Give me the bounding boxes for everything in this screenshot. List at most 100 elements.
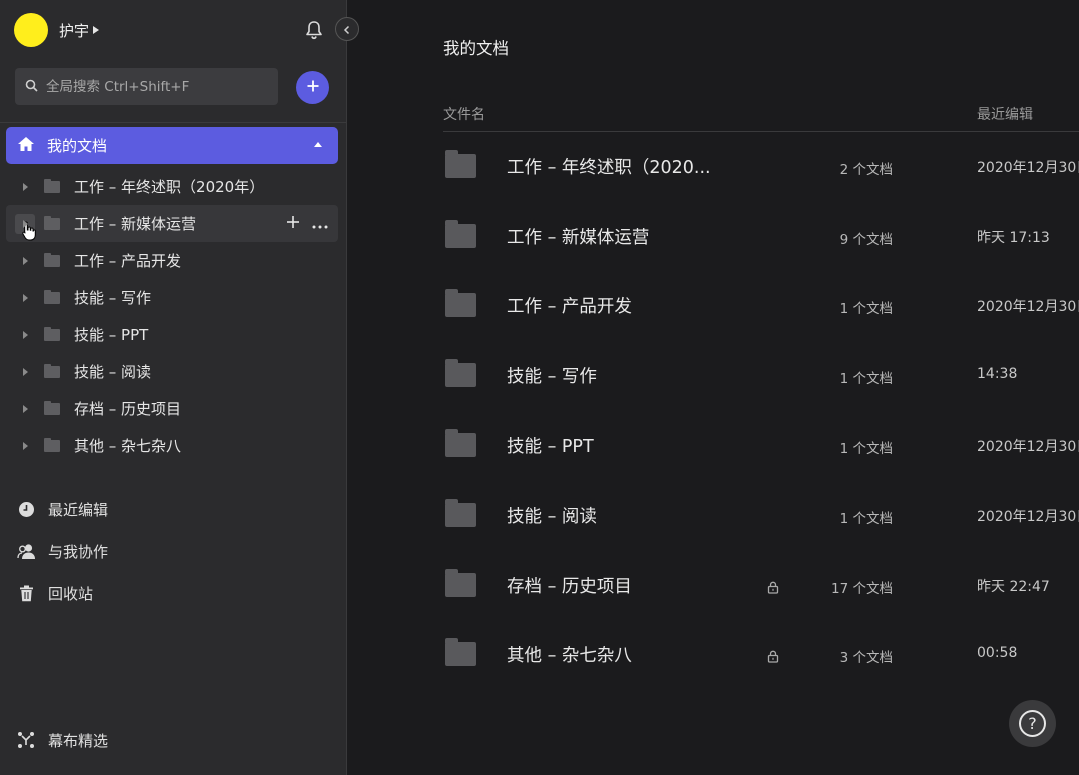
help-button[interactable]: ? (1009, 700, 1056, 747)
folder-icon (44, 437, 60, 452)
expand-icon[interactable] (23, 256, 28, 265)
search-input[interactable] (46, 78, 266, 95)
tree-item-label: 技能 – PPT (74, 326, 149, 344)
row-time: 00:58 (977, 645, 1018, 661)
tree-item-label: 工作 – 新媒体运营 (74, 215, 197, 233)
user-menu[interactable]: 护宇 (14, 13, 100, 47)
tree-item[interactable]: 工作 – 产品开发 (6, 242, 338, 279)
row-name[interactable]: 其他 – 杂七杂八 (507, 642, 632, 667)
users-icon (16, 541, 36, 561)
sidebar-item-my-docs[interactable]: 我的文档 (6, 127, 338, 164)
avatar[interactable] (14, 13, 48, 47)
folder-icon (44, 400, 60, 415)
column-header-name[interactable]: 文件名 (443, 104, 485, 124)
tree-item[interactable]: 技能 – 写作 (6, 279, 338, 316)
row-time: 昨天 17:13 (977, 230, 1050, 246)
search-box[interactable] (15, 68, 278, 105)
table-row[interactable]: 其他 – 杂七杂八 3 个文档 00:58 (443, 620, 1079, 690)
username[interactable]: 护宇 (59, 20, 89, 41)
folder-icon (44, 363, 60, 378)
tree-item[interactable]: 技能 – 阅读 (6, 353, 338, 390)
expand-icon[interactable] (23, 367, 28, 376)
tree-item[interactable]: 存档 – 历史项目 (6, 390, 338, 427)
expand-icon[interactable] (23, 330, 28, 339)
row-name[interactable]: 工作 – 产品开发 (507, 293, 632, 318)
expand-icon[interactable] (23, 293, 28, 302)
row-count: 1 个文档 (839, 511, 893, 527)
nav-item-trash[interactable]: 回收站 (16, 572, 108, 614)
expand-icon[interactable] (23, 219, 28, 228)
lock-icon (767, 579, 779, 594)
row-time: 昨天 22:47 (977, 579, 1050, 595)
nav-item-shared[interactable]: 与我协作 (16, 530, 108, 572)
folder-icon (44, 178, 60, 193)
expand-icon[interactable] (23, 441, 28, 450)
row-time: 2020年12月30日 (977, 509, 1079, 525)
help-icon: ? (1019, 710, 1046, 737)
folder-icon (445, 220, 476, 248)
table-row[interactable]: 技能 – 阅读 1 个文档 2020年12月30日 (443, 481, 1079, 551)
tree-item-label: 存档 – 历史项目 (74, 400, 182, 418)
nav-label: 与我协作 (48, 542, 109, 561)
folder-icon (445, 569, 476, 597)
row-name[interactable]: 存档 – 历史项目 (507, 573, 632, 598)
row-time: 2020年12月30日 (977, 299, 1079, 315)
expand-icon[interactable] (23, 404, 28, 413)
home-icon (17, 136, 35, 156)
nav-label: 最近编辑 (48, 500, 109, 519)
row-name[interactable]: 工作 – 年终述职（2020... (507, 154, 711, 179)
expand-icon[interactable] (23, 182, 28, 191)
trash-icon (16, 583, 36, 603)
tree-item-label: 其他 – 杂七杂八 (74, 437, 182, 455)
folder-icon (445, 150, 476, 178)
divider (0, 122, 347, 123)
main-content: 我的文档 文件名 最近编辑 工作 – 年终述职（2020... 2 个文档 20… (348, 0, 1079, 775)
row-count: 1 个文档 (839, 301, 893, 317)
row-name[interactable]: 技能 – 写作 (507, 363, 597, 388)
row-count: 2 个文档 (839, 162, 893, 178)
nav-item-recent[interactable]: 最近编辑 (16, 488, 108, 530)
row-name[interactable]: 技能 – PPT (507, 433, 594, 458)
table-row[interactable]: 工作 – 产品开发 1 个文档 2020年12月30日 (443, 271, 1079, 341)
sidebar: 护宇 我的文档 工作 – 年终述职（2020年） (0, 0, 347, 775)
secondary-nav: 最近编辑 与我协作 回收站 (16, 488, 108, 614)
table-row[interactable]: 技能 – 写作 1 个文档 14:38 (443, 341, 1079, 411)
row-time: 2020年12月30日 (977, 439, 1079, 455)
row-count: 9 个文档 (839, 232, 893, 248)
row-name[interactable]: 技能 – 阅读 (507, 503, 597, 528)
bell-icon[interactable] (303, 19, 325, 41)
column-header-edited[interactable]: 最近编辑 (977, 104, 1033, 124)
row-name[interactable]: 工作 – 新媒体运营 (507, 224, 649, 249)
clock-icon (16, 499, 36, 519)
row-time: 14:38 (977, 366, 1018, 382)
tree-item[interactable]: 工作 – 新媒体运营 (6, 205, 338, 242)
folder-icon (44, 252, 60, 267)
folder-icon (445, 638, 476, 666)
row-count: 3 个文档 (839, 650, 893, 666)
add-button[interactable] (296, 71, 329, 104)
tree-item-label: 工作 – 产品开发 (74, 252, 182, 270)
table-row[interactable]: 技能 – PPT 1 个文档 2020年12月30日 (443, 411, 1079, 481)
lock-icon (767, 648, 779, 663)
row-count: 1 个文档 (839, 371, 893, 387)
caret-right-icon[interactable] (93, 26, 100, 34)
table-row[interactable]: 存档 – 历史项目 17 个文档 昨天 22:47 (443, 551, 1079, 621)
caret-up-icon[interactable] (314, 142, 322, 147)
plus-icon[interactable] (286, 214, 300, 233)
tree-item[interactable]: 其他 – 杂七杂八 (6, 427, 338, 464)
table-row[interactable]: 工作 – 年终述职（2020... 2 个文档 2020年12月30日 (443, 132, 1079, 202)
folder-icon (445, 289, 476, 317)
plus-icon (306, 78, 320, 97)
folder-icon (44, 289, 60, 304)
table-row[interactable]: 工作 – 新媒体运营 9 个文档 昨天 17:13 (443, 202, 1079, 272)
collapse-sidebar-button[interactable] (335, 17, 359, 41)
folder-icon (445, 359, 476, 387)
folder-icon (44, 215, 60, 230)
tree-item-label: 技能 – 写作 (74, 289, 152, 307)
tree-item[interactable]: 工作 – 年终述职（2020年） (6, 168, 338, 205)
nav-item-featured[interactable]: 幕布精选 (16, 728, 108, 752)
row-time: 2020年12月30日 (977, 160, 1079, 176)
more-icon[interactable] (312, 214, 328, 233)
tree-item[interactable]: 技能 – PPT (6, 316, 338, 353)
folder-icon (445, 499, 476, 527)
